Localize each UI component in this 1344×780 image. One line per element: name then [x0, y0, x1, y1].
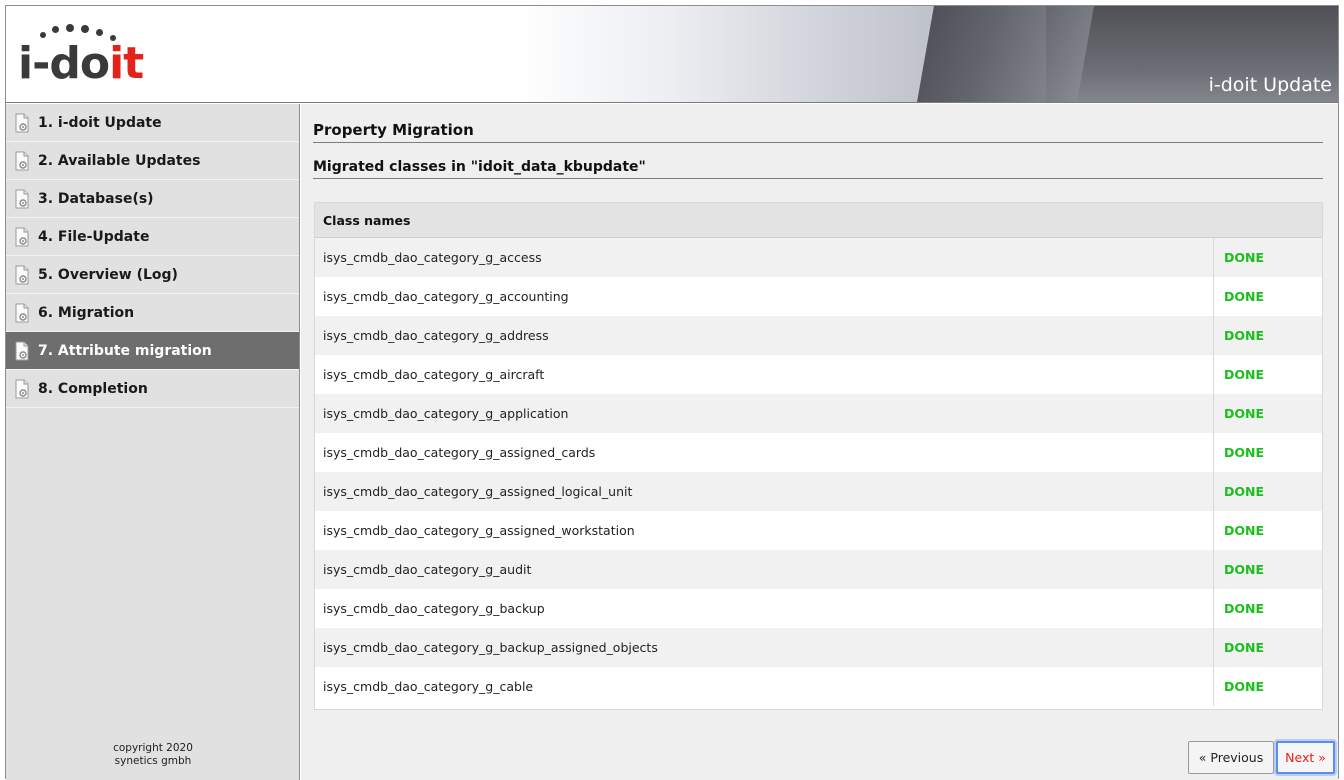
status-cell: DONE — [1213, 589, 1322, 628]
migration-table[interactable]: Class names isys_cmdb_dao_category_g_acc… — [314, 202, 1323, 710]
idoit-logo: i-doit — [18, 20, 168, 92]
table-row: isys_cmdb_dao_category_g_accounting DONE — [315, 277, 1322, 316]
table-row: isys_cmdb_dao_category_g_backup DONE — [315, 589, 1322, 628]
page-title: Property Migration — [313, 121, 1323, 143]
document-gear-icon — [12, 379, 32, 399]
status-cell: DONE — [1213, 667, 1322, 706]
table-row: isys_cmdb_dao_category_g_assigned_cards D… — [315, 433, 1322, 472]
table-row: isys_cmdb_dao_category_g_access DONE — [315, 238, 1322, 277]
copyright-company: synetics gmbh — [114, 754, 192, 767]
table-row: isys_cmdb_dao_category_g_cable DONE — [315, 667, 1322, 706]
sidebar-item-label: 1. i-doit Update — [38, 114, 162, 131]
table-row: isys_cmdb_dao_category_g_aircraft DONE — [315, 355, 1322, 394]
sidebar-item-label: 3. Database(s) — [38, 190, 154, 207]
sidebar-item-label: 6. Migration — [38, 304, 135, 321]
table-row: isys_cmdb_dao_category_g_application DONE — [315, 394, 1322, 433]
document-gear-icon — [12, 113, 32, 133]
table-row: isys_cmdb_dao_category_g_audit DONE — [315, 550, 1322, 589]
class-name-cell: isys_cmdb_dao_category_g_backup — [323, 601, 545, 616]
status-cell: DONE — [1213, 316, 1322, 355]
main-content: Property Migration Migrated classes in "… — [301, 104, 1338, 780]
class-name-cell: isys_cmdb_dao_category_g_backup_assigned… — [323, 640, 658, 655]
class-name-cell: isys_cmdb_dao_category_g_audit — [323, 562, 532, 577]
sidebar-item-label: 8. Completion — [38, 380, 148, 397]
sidebar-nav: 1. i-doit Update 2. Available Updates 3. D… — [6, 104, 299, 408]
copyright-year: copyright 2020 — [113, 741, 193, 754]
status-cell: DONE — [1213, 238, 1322, 277]
document-gear-icon — [12, 303, 32, 323]
status-cell: DONE — [1213, 355, 1322, 394]
sidebar-item-label: 7. Attribute migration — [38, 342, 212, 359]
sidebar-item-5[interactable]: 5. Overview (Log) — [6, 256, 299, 294]
document-gear-icon — [12, 151, 32, 171]
status-cell: DONE — [1213, 550, 1322, 589]
page-subtitle: Migrated classes in "idoit_data_kbupdate… — [313, 159, 1323, 179]
table-body: isys_cmdb_dao_category_g_access DONE isys_… — [315, 238, 1322, 706]
class-name-cell: isys_cmdb_dao_category_g_access — [323, 250, 542, 265]
status-cell: DONE — [1213, 277, 1322, 316]
previous-button[interactable]: « Previous — [1188, 741, 1274, 774]
status-cell: DONE — [1213, 628, 1322, 667]
table-row: isys_cmdb_dao_category_g_assigned_logica… — [315, 472, 1322, 511]
class-name-cell: isys_cmdb_dao_category_g_assigned_logica… — [323, 484, 633, 499]
header-banner: i-doit i-doit Update — [6, 6, 1338, 103]
status-cell: DONE — [1213, 433, 1322, 472]
status-cell: DONE — [1213, 511, 1322, 550]
sidebar-item-6[interactable]: 6. Migration — [6, 294, 299, 332]
banner-graphic-slab — [914, 6, 1098, 102]
table-row: isys_cmdb_dao_category_g_address DONE — [315, 316, 1322, 355]
sidebar-item-1[interactable]: 1. i-doit Update — [6, 104, 299, 142]
document-gear-icon — [12, 227, 32, 247]
sidebar-item-label: 2. Available Updates — [38, 152, 201, 169]
table-row: isys_cmdb_dao_category_g_backup_assigned… — [315, 628, 1322, 667]
class-name-cell: isys_cmdb_dao_category_g_application — [323, 406, 569, 421]
sidebar-item-2[interactable]: 2. Available Updates — [6, 142, 299, 180]
installer-window: i-doit i-doit Update 1. i-doit Update 2. … — [5, 5, 1339, 780]
header-title: i-doit Update — [1208, 74, 1332, 96]
sidebar-item-3[interactable]: 3. Database(s) — [6, 180, 299, 218]
class-name-cell: isys_cmdb_dao_category_g_assigned_cards — [323, 445, 596, 460]
class-name-cell: isys_cmdb_dao_category_g_aircraft — [323, 367, 545, 382]
sidebar-item-4[interactable]: 4. File-Update — [6, 218, 299, 256]
sidebar-item-label: 4. File-Update — [38, 228, 150, 245]
document-gear-icon — [12, 189, 32, 209]
status-cell: DONE — [1213, 472, 1322, 511]
class-name-cell: isys_cmdb_dao_category_g_assigned_workst… — [323, 523, 635, 538]
next-button[interactable]: Next » — [1276, 741, 1335, 774]
class-name-cell: isys_cmdb_dao_category_g_address — [323, 328, 549, 343]
document-gear-icon — [12, 265, 32, 285]
sidebar-item-8[interactable]: 8. Completion — [6, 370, 299, 408]
table-row: isys_cmdb_dao_category_g_assigned_workst… — [315, 511, 1322, 550]
sidebar-item-7[interactable]: 7. Attribute migration — [6, 332, 299, 370]
document-gear-icon — [12, 341, 32, 361]
table-header: Class names — [315, 203, 1322, 238]
logo-text: i-doit — [18, 38, 144, 89]
status-cell: DONE — [1213, 394, 1322, 433]
class-name-cell: isys_cmdb_dao_category_g_cable — [323, 679, 534, 694]
class-name-cell: isys_cmdb_dao_category_g_accounting — [323, 289, 569, 304]
copyright: copyright 2020 synetics gmbh — [6, 742, 300, 768]
sidebar-item-label: 5. Overview (Log) — [38, 266, 178, 283]
sidebar: 1. i-doit Update 2. Available Updates 3. D… — [6, 104, 300, 780]
